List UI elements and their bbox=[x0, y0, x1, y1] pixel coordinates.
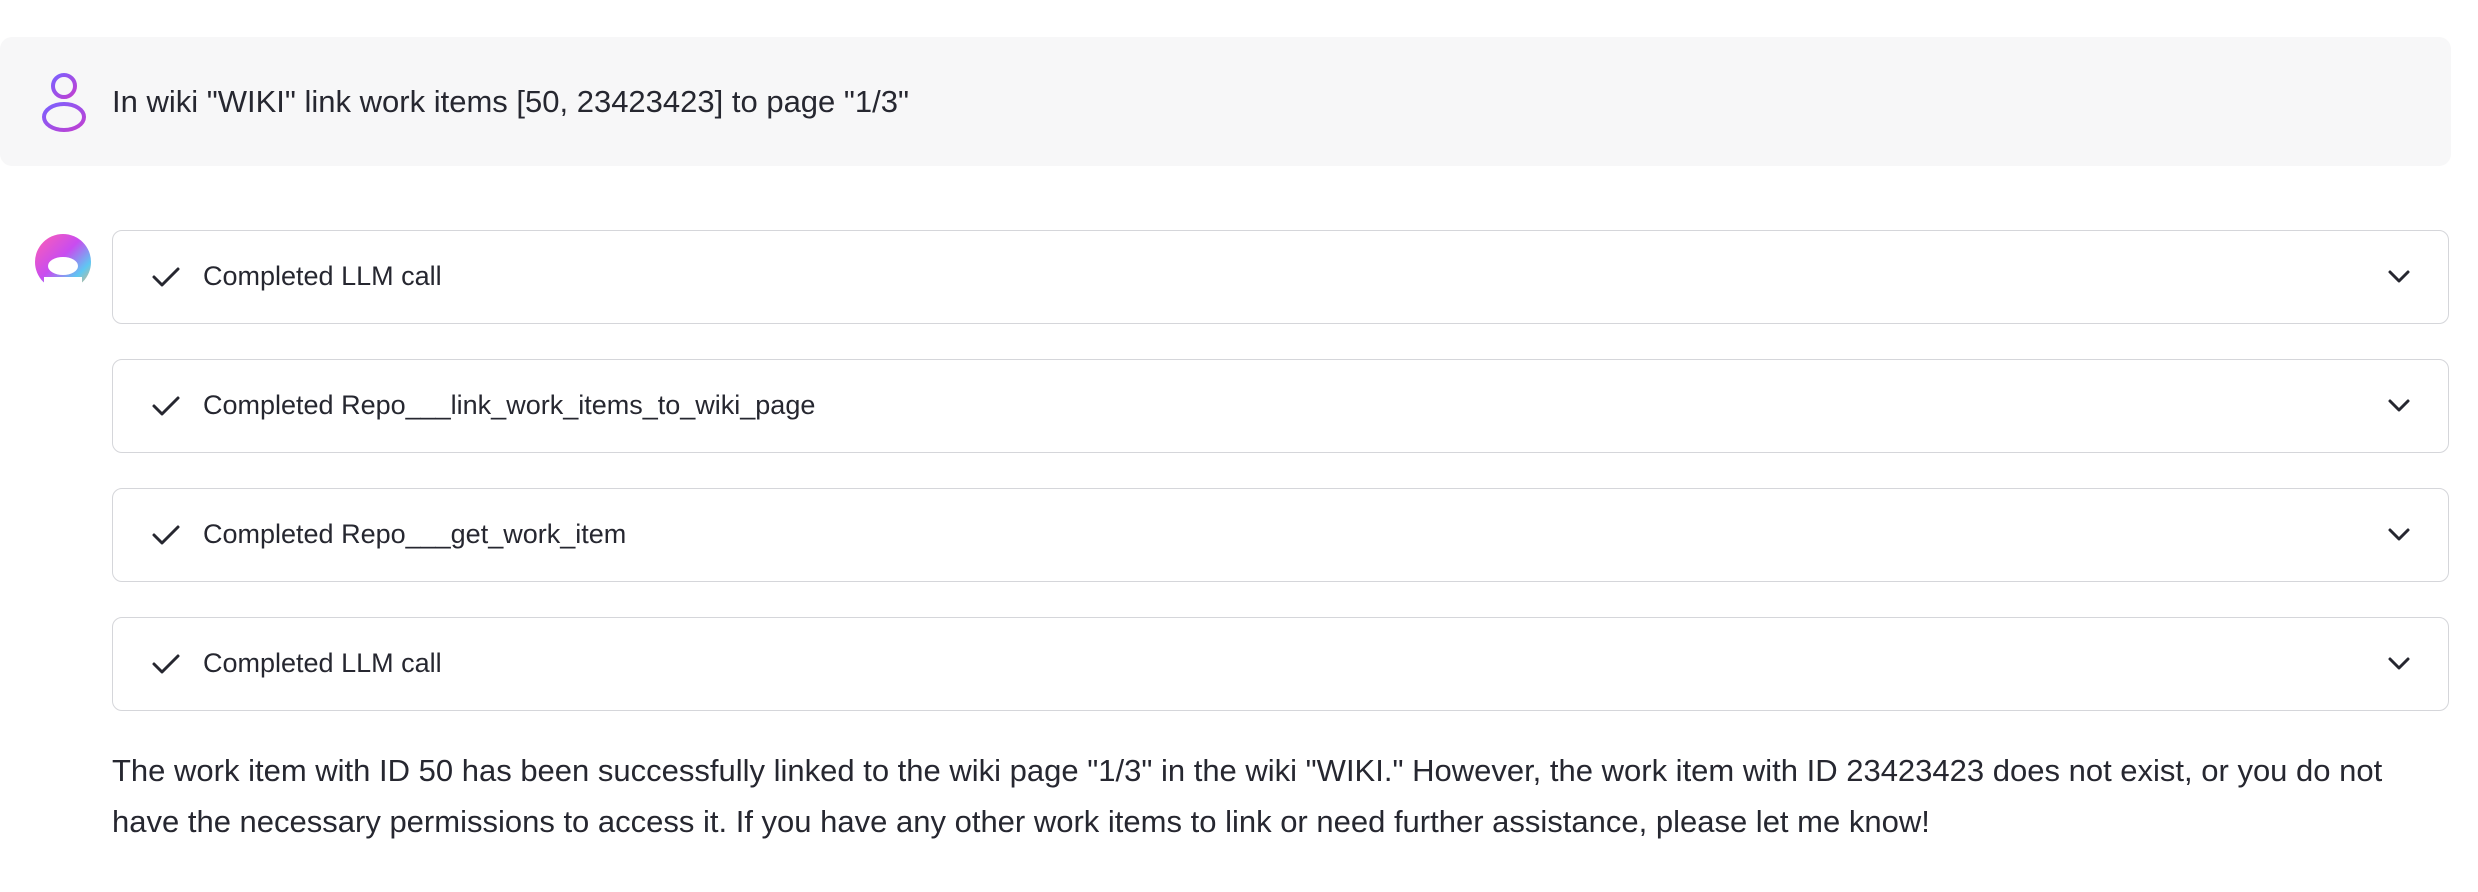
chevron-down-icon[interactable] bbox=[2386, 263, 2412, 289]
step-label: Completed Repo___link_work_items_to_wiki… bbox=[203, 390, 816, 420]
step-label: Completed LLM call bbox=[203, 261, 442, 291]
step-label: Completed Repo___get_work_item bbox=[203, 519, 627, 549]
user-message: In wiki "WIKI" link work items [50, 2342… bbox=[0, 37, 2451, 166]
check-icon bbox=[151, 391, 181, 421]
assistant-response: The work item with ID 50 has been succes… bbox=[112, 753, 2383, 839]
user-message-text: In wiki "WIKI" link work items [50, 2342… bbox=[112, 84, 910, 119]
step-link-work-items[interactable]: Completed Repo___link_work_items_to_wiki… bbox=[112, 359, 2449, 453]
step-label: Completed LLM call bbox=[203, 648, 442, 678]
chevron-down-icon[interactable] bbox=[2386, 521, 2412, 547]
user-icon bbox=[36, 69, 92, 133]
assistant-logo-icon bbox=[32, 233, 94, 295]
step-llm-call-2[interactable]: Completed LLM call bbox=[112, 617, 2449, 711]
check-icon bbox=[151, 520, 181, 550]
check-icon bbox=[151, 649, 181, 679]
chevron-down-icon[interactable] bbox=[2386, 650, 2412, 676]
check-icon bbox=[151, 262, 181, 292]
chevron-down-icon[interactable] bbox=[2386, 392, 2412, 418]
step-llm-call-1[interactable]: Completed LLM call bbox=[112, 230, 2449, 324]
step-get-work-item[interactable]: Completed Repo___get_work_item bbox=[112, 488, 2449, 582]
